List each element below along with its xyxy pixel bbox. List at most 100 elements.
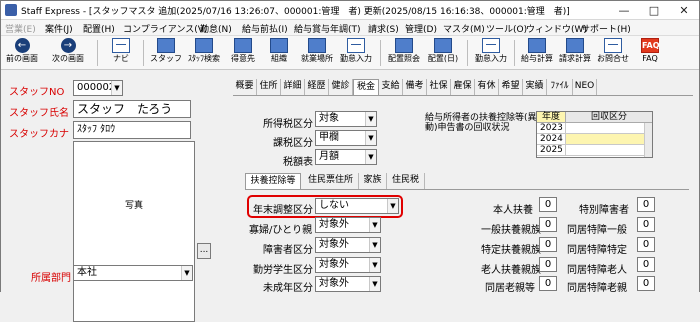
year-end-adjust-select[interactable]: しない ▼ bbox=[315, 198, 399, 214]
workplace-button[interactable]: 就業場所 bbox=[299, 37, 335, 69]
menu-attendance[interactable]: 勤怠(N) bbox=[200, 22, 232, 35]
tab-social-insurance[interactable]: 社保 bbox=[427, 79, 451, 95]
tab-detail[interactable]: 詳細 bbox=[281, 79, 305, 95]
grid-year-row[interactable]: 2025 bbox=[537, 145, 565, 156]
placement-daily-button[interactable]: 配置(日) bbox=[424, 37, 462, 69]
general-dependent-count[interactable]: 0 bbox=[539, 217, 557, 232]
staff-search-icon bbox=[195, 38, 213, 53]
tab-neo[interactable]: NEO bbox=[573, 79, 597, 95]
photo-browse-button[interactable]: ... bbox=[197, 243, 211, 259]
staff-name-field[interactable]: スタッフ たろう bbox=[73, 100, 191, 118]
cohabiting-parent-count[interactable]: 0 bbox=[539, 276, 557, 291]
menu-sales[interactable]: 営業(E) bbox=[5, 22, 36, 35]
grid-scrollbar[interactable] bbox=[644, 123, 652, 157]
menu-billing[interactable]: 請求(S) bbox=[368, 22, 399, 35]
specific-dependent-count[interactable]: 0 bbox=[539, 237, 557, 252]
cohab-special-parent-count[interactable]: 0 bbox=[637, 276, 655, 291]
next-screen-button[interactable]: → 次の画面 bbox=[49, 37, 87, 69]
attendance-input-button[interactable]: 勤怠入力 bbox=[338, 37, 374, 69]
cohab-special-general-count[interactable]: 0 bbox=[637, 217, 655, 232]
close-icon[interactable]: ✕ bbox=[669, 1, 699, 20]
billing-button[interactable]: 請求計算 bbox=[557, 37, 593, 69]
subtab-resident-tax[interactable]: 住民税 bbox=[387, 173, 425, 189]
payroll-icon bbox=[528, 38, 546, 53]
tax-table-select[interactable]: 月額 ▼ bbox=[315, 149, 377, 165]
tab-preference[interactable]: 希望 bbox=[499, 79, 523, 95]
organization-icon bbox=[270, 38, 288, 53]
tab-health[interactable]: 健診 bbox=[329, 79, 353, 95]
subtab-resident-address[interactable]: 住民票住所 bbox=[303, 173, 359, 189]
collection-status-grid: 年度 回収区分 2023 2024 2025 bbox=[536, 111, 653, 158]
client-button[interactable]: 得意先 bbox=[227, 37, 259, 69]
menu-window[interactable]: ウィンドウ(W) bbox=[526, 22, 587, 35]
subtab-family[interactable]: 家族 bbox=[359, 173, 387, 189]
toolbar-separator bbox=[143, 40, 144, 66]
department-label: 所属部門 bbox=[31, 273, 71, 284]
staff-no-label: スタッフNO bbox=[9, 87, 65, 98]
tab-record[interactable]: 実績 bbox=[523, 79, 547, 95]
title-bar: Staff Express - [スタッフマスタ 追加(2025/07/16 1… bbox=[1, 1, 699, 20]
income-tax-select[interactable]: 対象 ▼ bbox=[315, 111, 377, 127]
staff-photo: 写真 bbox=[73, 141, 195, 322]
placement-inquiry-button[interactable]: 配置照会 bbox=[386, 37, 422, 69]
tab-file[interactable]: ﾌｧｲﾙ bbox=[547, 79, 573, 95]
tab-tax[interactable]: 税金 bbox=[353, 79, 379, 95]
menu-tools[interactable]: ツール(O) bbox=[486, 22, 527, 35]
tax-class-select[interactable]: 甲欄 ▼ bbox=[315, 130, 377, 146]
chevron-down-icon: ▼ bbox=[365, 131, 376, 145]
staff-button[interactable]: スタッフ bbox=[149, 37, 183, 69]
special-disabled-count[interactable]: 0 bbox=[637, 197, 655, 212]
department-select[interactable]: 本社 ▼ bbox=[73, 265, 193, 281]
menu-payroll[interactable]: 給与賞与年調(T) bbox=[294, 22, 361, 35]
tab-paid-leave[interactable]: 有休 bbox=[475, 79, 499, 95]
attendance-input-icon bbox=[482, 38, 500, 53]
tab-employment-insurance[interactable]: 雇保 bbox=[451, 79, 475, 95]
minimize-icon[interactable]: — bbox=[609, 1, 639, 20]
navi-button[interactable]: ナビ bbox=[105, 37, 137, 69]
prev-screen-button[interactable]: ← 前の画面 bbox=[3, 37, 41, 69]
organization-button[interactable]: 組織 bbox=[263, 37, 295, 69]
staff-kana-field[interactable]: ｽﾀｯﾌ ﾀﾛｳ bbox=[73, 121, 191, 139]
payroll-button[interactable]: 給与計算 bbox=[519, 37, 555, 69]
menu-support[interactable]: サポート(H) bbox=[581, 22, 631, 35]
chevron-down-icon: ▼ bbox=[387, 199, 398, 213]
grid-status-cell[interactable] bbox=[565, 134, 644, 145]
staff-no-select[interactable]: 000002 ▼ bbox=[73, 80, 123, 96]
self-dependent-count[interactable]: 0 bbox=[539, 197, 557, 212]
tab-address[interactable]: 住所 bbox=[257, 79, 281, 95]
inquiry-button[interactable]: お問合せ bbox=[595, 37, 631, 69]
tax-class-label: 課税区分 bbox=[273, 138, 313, 149]
maximize-icon[interactable]: □ bbox=[639, 1, 669, 20]
widow-select[interactable]: 対象外 ▼ bbox=[315, 217, 381, 233]
menu-compliance[interactable]: コンプライアンス(V) bbox=[123, 22, 207, 35]
toolbar-separator bbox=[380, 40, 381, 66]
subtab-dependent-deduction[interactable]: 扶養控除等 bbox=[245, 173, 301, 189]
tab-payment[interactable]: 支給 bbox=[379, 79, 403, 95]
placement-daily-icon bbox=[434, 38, 452, 53]
tab-career[interactable]: 経歴 bbox=[305, 79, 329, 95]
staff-kana-label: スタッフカナ bbox=[9, 129, 69, 140]
staff-search-button[interactable]: ｽﾀｯﾌ検索 bbox=[185, 37, 223, 69]
chevron-down-icon: ▼ bbox=[369, 277, 380, 291]
elderly-dependent-count[interactable]: 0 bbox=[539, 257, 557, 272]
minor-select[interactable]: 対象外 ▼ bbox=[315, 276, 381, 292]
cohab-special-specific-count[interactable]: 0 bbox=[637, 237, 655, 252]
grid-year-row[interactable]: 2024 bbox=[537, 134, 565, 145]
faq-icon: FAQ bbox=[641, 38, 660, 53]
tab-overview[interactable]: 概要 bbox=[233, 79, 257, 95]
cohab-special-elderly-count[interactable]: 0 bbox=[637, 257, 655, 272]
menu-placement[interactable]: 配置(H) bbox=[83, 22, 115, 35]
tab-notes[interactable]: 備考 bbox=[403, 79, 427, 95]
menu-advance-pay[interactable]: 給与前払(I) bbox=[242, 22, 288, 35]
disability-select[interactable]: 対象外 ▼ bbox=[315, 237, 381, 253]
app-logo-icon bbox=[5, 4, 17, 16]
menu-master[interactable]: マスタ(M) bbox=[443, 22, 485, 35]
grid-status-cell[interactable] bbox=[565, 145, 644, 156]
menu-admin[interactable]: 管理(D) bbox=[405, 22, 437, 35]
faq-button[interactable]: FAQ FAQ bbox=[635, 37, 665, 69]
grid-status-cell[interactable] bbox=[565, 123, 644, 134]
attendance-input-button-2[interactable]: 勤怠入力 bbox=[473, 37, 509, 69]
working-student-select[interactable]: 対象外 ▼ bbox=[315, 257, 381, 273]
menu-project[interactable]: 案件(J) bbox=[45, 22, 73, 35]
grid-year-row[interactable]: 2023 bbox=[537, 123, 565, 134]
